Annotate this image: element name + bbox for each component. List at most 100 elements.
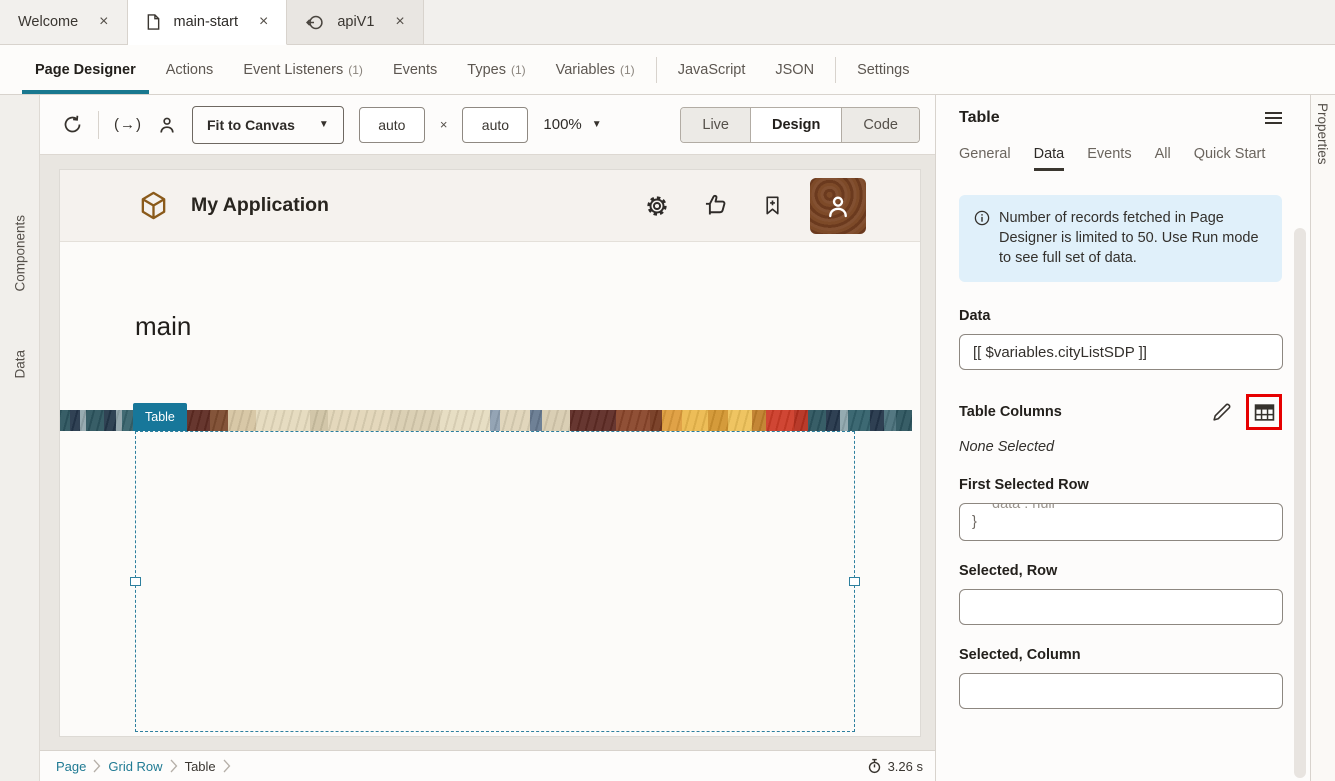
nav-actions[interactable]: Actions: [151, 45, 229, 94]
canvas-toolbar: (→) Fit to Canvas ▼ × 100% ▼ Live Design…: [40, 95, 935, 155]
stopwatch-icon: [867, 758, 882, 774]
resize-handle-left[interactable]: [130, 577, 141, 586]
selected-row-input[interactable]: [959, 589, 1283, 625]
user-avatar[interactable]: [810, 178, 866, 234]
count-badge: (1): [348, 63, 363, 77]
nav-divider: [656, 57, 657, 83]
nav-page-designer[interactable]: Page Designer: [20, 45, 151, 94]
user-preview-icon[interactable]: [157, 115, 177, 135]
thumbs-up-icon[interactable]: [702, 192, 729, 219]
app-header-icons: [644, 178, 866, 234]
tab-apiv1-label: apiV1: [337, 14, 374, 30]
table-selection-outline[interactable]: [135, 431, 855, 732]
breadcrumb-page[interactable]: Page: [56, 759, 86, 774]
app-cube-icon: [138, 190, 169, 221]
page-nav-bar: Page Designer Actions Event Listeners(1)…: [0, 45, 1335, 95]
close-icon[interactable]: ×: [99, 13, 108, 31]
ptab-all[interactable]: All: [1155, 146, 1171, 171]
tab-welcome-label: Welcome: [18, 14, 78, 30]
nav-event-listeners[interactable]: Event Listeners(1): [228, 45, 378, 94]
page-heading: main: [135, 311, 191, 342]
mode-code-button[interactable]: Code: [841, 108, 919, 142]
selected-column-label: Selected, Column: [959, 647, 1282, 663]
selected-row-label: Selected, Row: [959, 563, 1282, 579]
close-icon[interactable]: ×: [395, 13, 404, 31]
designer-area: (→) Fit to Canvas ▼ × 100% ▼ Live Design…: [40, 95, 935, 781]
ptab-events[interactable]: Events: [1087, 146, 1131, 171]
canvas-width-input[interactable]: [359, 107, 425, 143]
nav-divider: [835, 57, 836, 83]
first-selected-row-value-line1: data : null: [972, 503, 1270, 513]
dimension-separator: ×: [440, 117, 448, 132]
table-columns-status: None Selected: [959, 439, 1282, 455]
panel-scrollbar[interactable]: [1294, 228, 1306, 778]
nav-javascript[interactable]: JavaScript: [663, 45, 761, 94]
data-field-label: Data: [959, 308, 1282, 324]
first-selected-row-label: First Selected Row: [959, 477, 1282, 493]
tab-welcome[interactable]: Welcome ×: [0, 0, 128, 45]
tab-apiv1[interactable]: apiV1 ×: [287, 0, 423, 45]
rail-tab-components[interactable]: Components: [12, 215, 27, 292]
nav-events[interactable]: Events: [378, 45, 452, 94]
properties-title: Table: [959, 109, 1000, 127]
menu-icon[interactable]: [1265, 109, 1282, 127]
highlight-box: [1246, 394, 1282, 430]
gear-icon[interactable]: [644, 193, 670, 219]
app-header: My Application: [60, 170, 920, 242]
info-banner: Number of records fetched in Page Design…: [959, 195, 1282, 282]
chevron-down-icon: ▼: [592, 119, 602, 130]
table-columns-label: Table Columns: [959, 404, 1211, 420]
properties-panel: Table General Data Events All Quick Star…: [935, 95, 1310, 781]
window-tab-bar: Welcome × main-start × apiV1 ×: [0, 0, 1335, 45]
rail-tab-properties[interactable]: Properties: [1315, 103, 1330, 165]
breadcrumb-grid-row[interactable]: Grid Row: [108, 759, 162, 774]
tab-main-start[interactable]: main-start ×: [128, 0, 288, 45]
ptab-quick-start[interactable]: Quick Start: [1194, 146, 1266, 171]
chevron-right-icon: [223, 759, 231, 773]
count-badge: (1): [620, 63, 635, 77]
properties-tabs: General Data Events All Quick Start: [959, 146, 1282, 171]
info-banner-text: Number of records fetched in Page Design…: [999, 208, 1264, 268]
right-rail: Properties: [1310, 95, 1335, 781]
count-badge: (1): [511, 63, 526, 77]
mode-live-button[interactable]: Live: [681, 108, 750, 142]
tab-bar-filler: [424, 0, 1335, 45]
toolbar-divider: [98, 111, 99, 139]
close-icon[interactable]: ×: [259, 13, 268, 31]
chevron-right-icon: [170, 759, 178, 773]
design-canvas: My Application main: [40, 155, 935, 750]
tab-main-start-label: main-start: [174, 14, 238, 30]
fit-to-canvas-select[interactable]: Fit to Canvas ▼: [192, 106, 344, 144]
mode-design-button[interactable]: Design: [750, 108, 841, 142]
structure-breadcrumb-bar: Page Grid Row Table 3.26 s: [40, 750, 935, 781]
chevron-down-icon: ▼: [319, 119, 329, 130]
nav-json[interactable]: JSON: [760, 45, 829, 94]
first-selected-row-field[interactable]: data : null }: [959, 503, 1283, 541]
nav-types[interactable]: Types(1): [452, 45, 540, 94]
go-to-flow-icon[interactable]: (→): [114, 116, 142, 133]
chevron-right-icon: [93, 759, 101, 773]
app-title: My Application: [191, 194, 329, 217]
bookmark-add-icon[interactable]: [761, 194, 784, 217]
nav-settings[interactable]: Settings: [842, 45, 924, 94]
breadcrumb-table[interactable]: Table: [185, 759, 216, 774]
service-connection-icon: [305, 13, 324, 32]
page-preview[interactable]: My Application main: [60, 170, 920, 736]
mode-switcher: Live Design Code: [680, 107, 920, 143]
edit-pencil-icon[interactable]: [1211, 402, 1232, 423]
rail-tab-data[interactable]: Data: [12, 350, 27, 379]
canvas-height-input[interactable]: [462, 107, 528, 143]
selected-column-input[interactable]: [959, 673, 1283, 709]
refresh-icon[interactable]: [62, 114, 83, 135]
ptab-data[interactable]: Data: [1034, 146, 1065, 171]
table-header-image[interactable]: [60, 410, 912, 431]
data-expression-input[interactable]: [959, 334, 1283, 370]
first-selected-row-value-line2: }: [972, 513, 1270, 531]
zoom-select[interactable]: 100% ▼: [543, 116, 601, 133]
info-icon: [974, 210, 990, 268]
ptab-general[interactable]: General: [959, 146, 1011, 171]
resize-handle-right[interactable]: [849, 577, 860, 586]
selected-component-tag[interactable]: Table: [133, 403, 187, 431]
column-picker-grid-icon[interactable]: [1254, 403, 1275, 422]
nav-variables[interactable]: Variables(1): [541, 45, 650, 94]
